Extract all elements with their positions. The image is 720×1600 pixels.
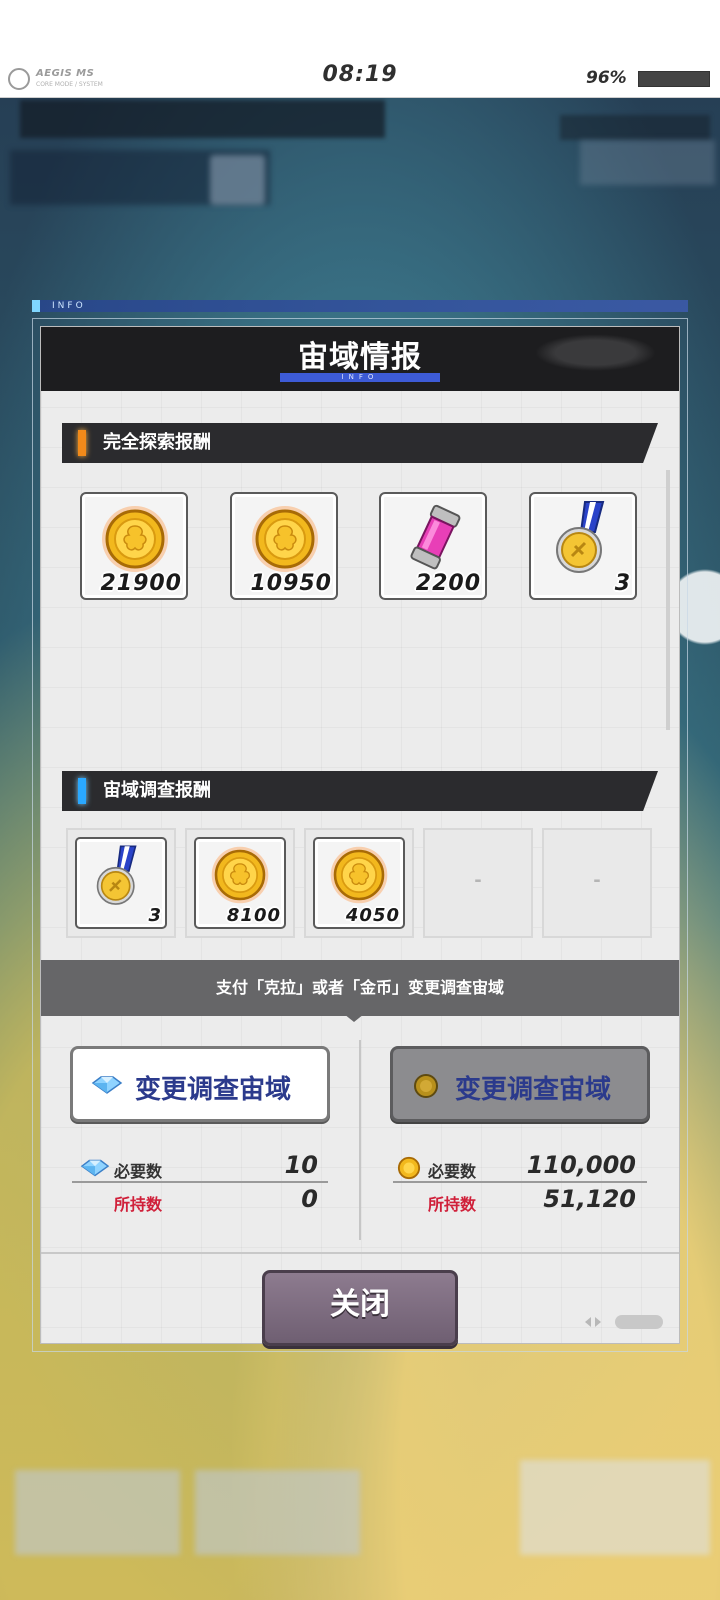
reward-item-card[interactable]: 3 [75, 837, 167, 929]
gem-owned-label: 所持数 [114, 1195, 163, 1214]
option-divider [359, 1040, 361, 1240]
row-divider [393, 1181, 647, 1183]
next-arrow-icon [595, 1317, 601, 1327]
reward-item-card[interactable]: 10950 [230, 492, 338, 600]
item-quantity: 3 [148, 905, 162, 926]
gold-coin-icon [252, 506, 318, 572]
change-area-with-coins-button[interactable]: 变更调查宙域 [390, 1046, 650, 1122]
background-menu-button [520, 1460, 710, 1555]
coin-icon [397, 1156, 421, 1180]
empty-slot-dash: - [593, 870, 601, 891]
reward-slot[interactable]: 8100 [185, 828, 295, 938]
background-hud-button [580, 140, 715, 185]
item-quantity: 2200 [415, 571, 481, 596]
gold-coin-icon [211, 846, 269, 904]
coin-owned-value: 51,120 [543, 1185, 636, 1213]
empty-reward-slot: - [423, 828, 533, 938]
section-accent-blue [78, 778, 86, 804]
reward-item-card[interactable]: 8100 [194, 837, 286, 929]
reward-item-card[interactable]: 2200 [379, 492, 487, 600]
empty-reward-slot: - [542, 828, 652, 938]
dialog-title-sub: INFO [341, 373, 379, 381]
coin-owned-label: 所持数 [428, 1195, 477, 1214]
battery-percent: 96% [586, 68, 627, 88]
section-accent-orange [78, 430, 86, 456]
pink-capsule-icon [410, 504, 461, 570]
background-home-button [195, 1470, 360, 1555]
item-quantity: 8100 [226, 905, 281, 926]
info-strip [32, 300, 688, 312]
background-hud-button [210, 155, 265, 205]
item-quantity: 3 [614, 571, 631, 596]
change-area-with-gems-button[interactable]: 变更调查宙域 [70, 1046, 330, 1122]
medal-icon [96, 845, 137, 905]
scrollbar[interactable] [666, 470, 670, 730]
reward-slot[interactable]: 3 [66, 828, 176, 938]
row-divider [72, 1181, 328, 1183]
reward-item-card[interactable]: 3 [529, 492, 637, 600]
change-area-label: 变更调查宙域 [455, 1075, 612, 1105]
change-area-label: 变更调查宙域 [135, 1075, 292, 1105]
payment-info-text: 支付「克拉」或者「金币」变更调查宙域 [215, 978, 504, 997]
clock: 08:19 [322, 62, 398, 87]
empty-slot-dash: - [474, 870, 482, 891]
app-logo-icon [8, 68, 30, 90]
section-label-survey-reward: 宙域调查报酬 [103, 780, 211, 801]
prev-arrow-icon [585, 1317, 591, 1327]
footer-divider [41, 1252, 679, 1254]
reward-item-card[interactable]: 21900 [80, 492, 188, 600]
item-quantity: 21900 [100, 571, 182, 596]
background-hud-bar [20, 100, 385, 138]
info-strip-label: INFO [52, 301, 86, 311]
coin-required-value: 110,000 [526, 1151, 636, 1179]
coin-icon [414, 1074, 438, 1098]
medal-icon [556, 501, 605, 573]
item-quantity: 10950 [250, 571, 332, 596]
info-strip-marker [32, 300, 40, 312]
item-quantity: 4050 [345, 905, 400, 926]
section-label-complete-reward: 完全探索报酬 [103, 432, 211, 453]
dialog-title: 宙域情报 [298, 340, 422, 375]
reward-slot[interactable]: 4050 [304, 828, 414, 938]
close-button-label: 关闭 [330, 1287, 390, 1322]
gem-owned-value: 0 [301, 1185, 318, 1213]
gem-icon [80, 1159, 110, 1177]
background-hud-bar [560, 115, 710, 140]
indicator-pill [615, 1315, 663, 1329]
brand-name: AEGIS MS [36, 68, 95, 79]
page-indicator [585, 1313, 665, 1331]
gem-icon [91, 1076, 123, 1094]
brand-subtitle: CORE MODE / SYSTEM [36, 81, 103, 88]
gem-required-label: 必要数 [114, 1162, 163, 1181]
coin-required-label: 必要数 [428, 1162, 477, 1181]
gold-coin-icon [102, 506, 168, 572]
gold-coin-icon [330, 846, 388, 904]
reward-item-card[interactable]: 4050 [313, 837, 405, 929]
background-back-button [15, 1470, 180, 1555]
gem-required-value: 10 [284, 1151, 318, 1179]
battery-icon [638, 71, 710, 87]
